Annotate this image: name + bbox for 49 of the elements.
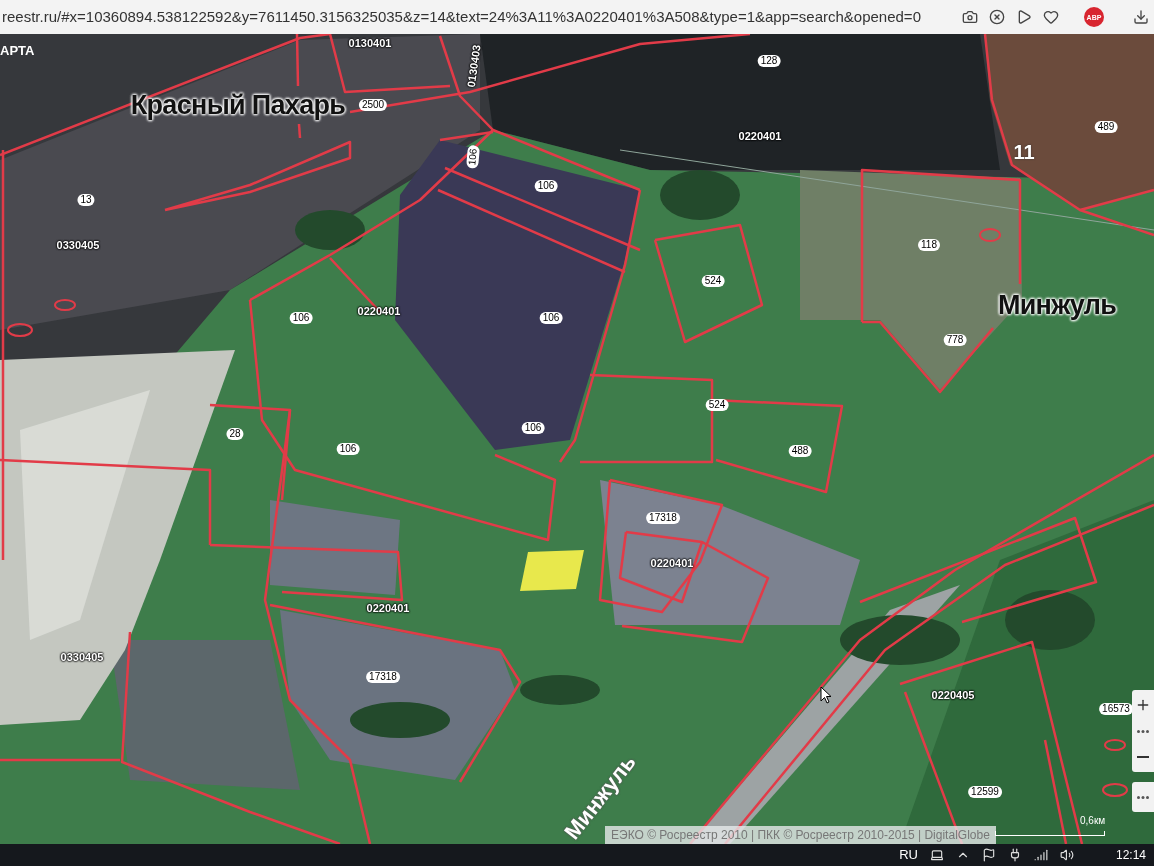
parcel-number-label: 524 bbox=[701, 275, 725, 287]
camera-icon[interactable] bbox=[962, 9, 978, 25]
speaker-icon[interactable] bbox=[1059, 848, 1074, 862]
heart-icon[interactable] bbox=[1043, 9, 1059, 25]
parcel-number-label: 106 bbox=[336, 443, 360, 455]
clock-time[interactable]: 12:14 bbox=[1115, 846, 1146, 864]
quarter-number-label: 0130403 bbox=[463, 43, 484, 89]
selected-parcel bbox=[520, 550, 584, 591]
address-field[interactable]: reestr.ru/#x=10360894.538122592&y=7611450.3156325035&z=14&text=24%3A11%3A0220401%3A508&type=1&app=search&opened=0 bbox=[0, 7, 950, 27]
close-icon[interactable] bbox=[989, 9, 1005, 25]
quarter-number-label: 0330405 bbox=[56, 237, 100, 253]
parcel-number-label: 778 bbox=[943, 334, 967, 346]
place-name-label: Минжуль bbox=[997, 288, 1117, 322]
download-icon[interactable] bbox=[1133, 9, 1149, 25]
ellipsis-icon bbox=[1137, 729, 1149, 733]
district-number-label: 11 bbox=[1013, 140, 1035, 165]
map-layer-button[interactable]: АРТА bbox=[0, 44, 35, 57]
scale-label: 0,6км bbox=[1080, 816, 1106, 826]
parcel-number-label: 128 bbox=[757, 55, 781, 67]
quarter-number-label: 0220401 bbox=[357, 303, 401, 319]
parcel-number-label: 17318 bbox=[366, 671, 400, 683]
more-button[interactable] bbox=[1132, 782, 1154, 812]
parcel-number-label: 12599 bbox=[968, 786, 1002, 798]
laptop-icon[interactable] bbox=[929, 848, 944, 862]
quarter-number-label: 0220405 bbox=[931, 687, 975, 703]
parcel-number-label: 17318 bbox=[646, 512, 680, 524]
ellipsis-icon bbox=[1137, 795, 1149, 799]
minus-icon bbox=[1137, 756, 1149, 758]
pointer-cursor-icon bbox=[820, 686, 832, 704]
quarter-number-label: 0220401 bbox=[366, 600, 410, 616]
parcel-number-label: 118 bbox=[918, 239, 940, 251]
parcel-number-label: 16573 bbox=[1099, 703, 1133, 715]
parcel-number-label: 488 bbox=[788, 445, 812, 457]
quarter-number-label: 0220401 bbox=[738, 128, 782, 144]
quarter-number-label: 0130401 bbox=[348, 35, 392, 51]
plus-icon bbox=[1135, 697, 1151, 713]
parcel-number-label: 489 bbox=[1094, 121, 1118, 133]
parcel-number-label: 106 bbox=[289, 312, 313, 324]
parcel-number-label: 106 bbox=[539, 312, 563, 324]
parcel-number-label: 524 bbox=[705, 399, 729, 411]
quarter-number-label: 0330405 bbox=[60, 649, 104, 665]
language-indicator[interactable]: RU bbox=[899, 845, 918, 865]
place-name-label: Красный Пахарь bbox=[130, 88, 346, 122]
parcel-number-label: 106 bbox=[521, 422, 545, 434]
play-icon[interactable] bbox=[1016, 9, 1032, 25]
parcel-number-label: 106 bbox=[534, 180, 558, 192]
quarter-number-label: 0220401 bbox=[650, 555, 694, 571]
signal-icon[interactable] bbox=[1033, 848, 1048, 862]
flag-icon[interactable] bbox=[981, 848, 996, 862]
